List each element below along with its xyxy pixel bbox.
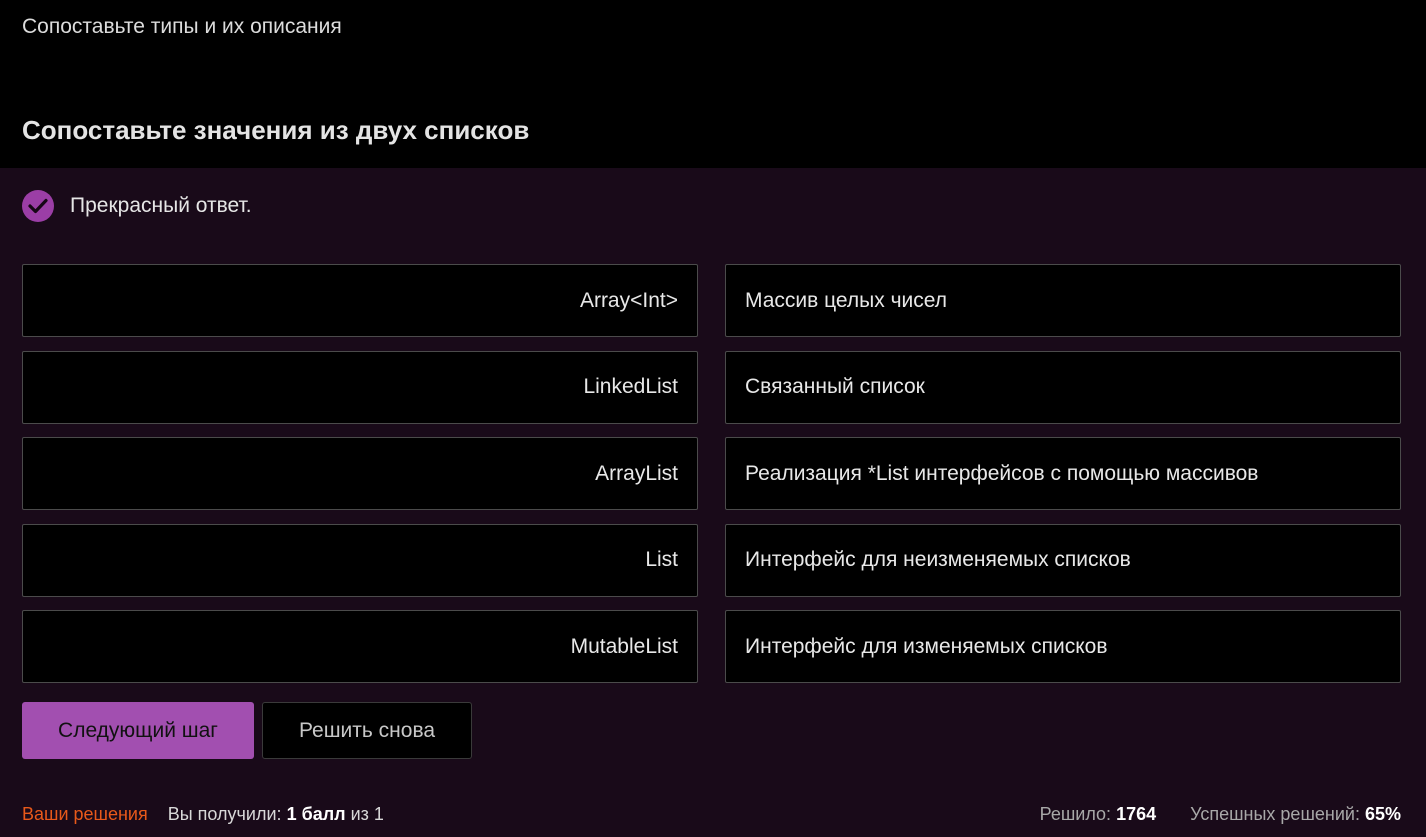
match-left-item[interactable]: MutableList (22, 610, 698, 683)
match-left-item[interactable]: List (22, 523, 698, 597)
match-right-item[interactable]: Массив целых чисел (725, 264, 1401, 337)
check-icon (22, 190, 54, 222)
match-right-item[interactable]: Интерфейс для неизменяемых списков (725, 523, 1401, 597)
match-left-item[interactable]: Array<Int> (22, 264, 698, 337)
matching-pairs: Array<Int> Массив целых чисел LinkedList… (22, 264, 1401, 697)
next-step-button[interactable]: Следующий шаг (22, 702, 254, 759)
action-buttons: Следующий шаг Решить снова (22, 702, 472, 759)
step-header: Сопоставьте типы и их описания Сопоставь… (0, 0, 1426, 168)
match-right-item[interactable]: Связанный список (725, 350, 1401, 424)
pair-row: ArrayList Реализация *List интерфейсов с… (22, 437, 1401, 510)
pair-row: MutableList Интерфейс для изменяемых спи… (22, 610, 1401, 683)
retry-button[interactable]: Решить снова (262, 702, 472, 759)
task-title: Сопоставьте значения из двух списков (22, 115, 530, 145)
pair-row: List Интерфейс для неизменяемых списков (22, 523, 1401, 597)
your-solutions-link[interactable]: Ваши решения (22, 804, 148, 825)
score-suffix: из 1 (350, 803, 384, 824)
solved-value: 1764 (1116, 803, 1157, 824)
feedback-banner: Прекрасный ответ. (22, 189, 252, 223)
solved-label: Решило: (1039, 803, 1112, 824)
feedback-text: Прекрасный ответ. (70, 194, 252, 217)
pair-row: Array<Int> Массив целых чисел (22, 264, 1401, 337)
score-text: Вы получили: 1 балл из 1 (168, 804, 384, 825)
match-left-item[interactable]: LinkedList (22, 350, 698, 424)
score-prefix: Вы получили: (167, 803, 282, 824)
step-title: Сопоставьте типы и их описания (22, 15, 342, 38)
match-left-item[interactable]: ArrayList (22, 437, 698, 510)
pair-row: LinkedList Связанный список (22, 350, 1401, 424)
success-label: Успешных решений: (1190, 803, 1360, 824)
success-value: 65% (1364, 803, 1401, 824)
solved-count: Решило: 1764 (1040, 804, 1157, 825)
match-right-item[interactable]: Интерфейс для изменяемых списков (725, 610, 1401, 683)
score-value: 1 балл (286, 803, 346, 824)
footer-bar: Ваши решения Вы получили: 1 балл из 1 Ре… (22, 800, 1401, 828)
match-right-item[interactable]: Реализация *List интерфейсов с помощью м… (725, 437, 1401, 510)
success-rate: Успешных решений: 65% (1190, 804, 1401, 825)
